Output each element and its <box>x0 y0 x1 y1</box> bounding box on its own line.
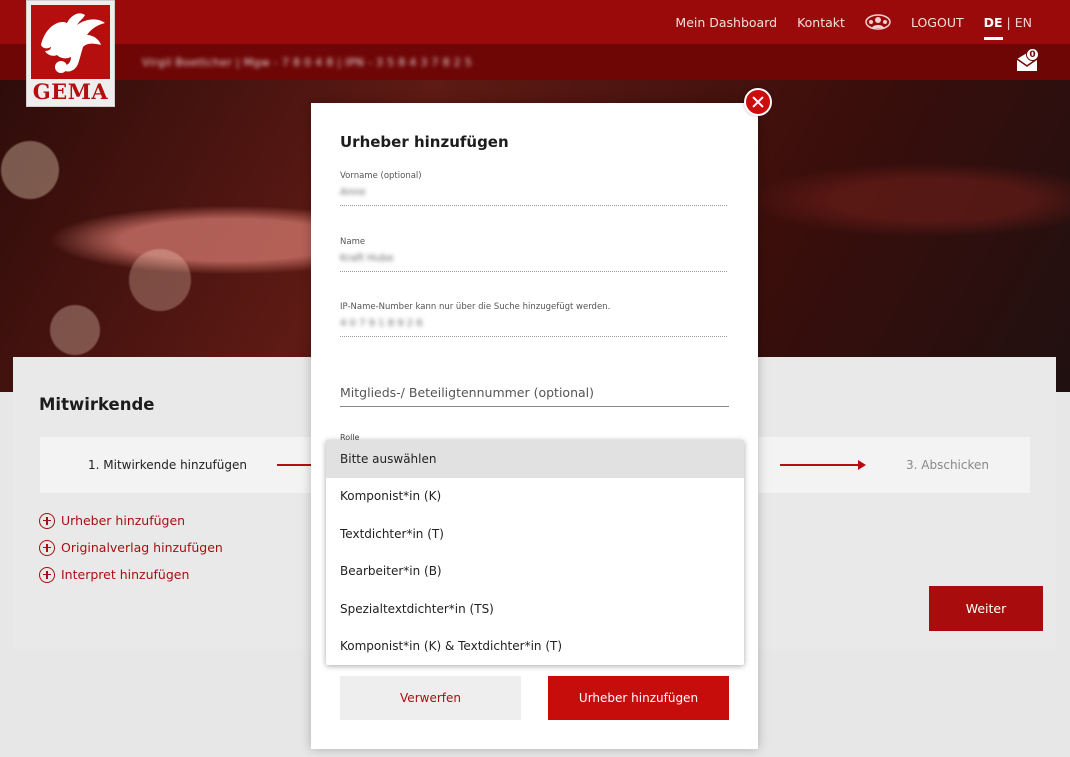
last-name-label: Name <box>340 237 366 247</box>
role-option[interactable]: Spezialtextdichter*in (TS) <box>326 590 744 628</box>
role-option[interactable]: Komponist*in (K) & Textdichter*in (T) <box>326 628 744 666</box>
page: GEMA Mein Dashboard Kontakt LOGOUT DE | … <box>0 0 1070 757</box>
last-name-value: Kraft Hube <box>340 253 394 264</box>
field-underline <box>340 271 727 272</box>
first-name-value: Anne <box>340 187 366 198</box>
role-option[interactable]: Komponist*in (K) <box>326 478 744 516</box>
last-name-field[interactable]: Name Kraft Hube <box>340 237 727 272</box>
ip-name-number-label: IP-Name-Number kann nur über die Suche h… <box>340 302 611 312</box>
role-option[interactable]: Textdichter*in (T) <box>326 515 744 553</box>
field-underline <box>340 336 727 337</box>
close-icon[interactable] <box>744 88 772 116</box>
first-name-label: Vorname (optional) <box>340 171 422 181</box>
modal-title: Urheber hinzufügen <box>340 133 509 151</box>
role-option[interactable]: Bearbeiter*in (B) <box>326 553 744 591</box>
first-name-field[interactable]: Vorname (optional) Anne <box>340 171 727 206</box>
add-author-button[interactable]: Urheber hinzufügen <box>548 676 729 720</box>
field-underline <box>340 205 727 206</box>
ip-name-number-value: 4 0 7 9 1 8 9 2 6 <box>340 318 423 329</box>
member-number-input[interactable]: Mitglieds-/ Beteiligtennummer (optional) <box>340 383 729 407</box>
discard-button[interactable]: Verwerfen <box>340 676 521 720</box>
role-option[interactable]: Bitte auswählen <box>326 440 744 478</box>
ip-name-number-field: IP-Name-Number kann nur über die Suche h… <box>340 302 727 337</box>
role-dropdown-menu: Bitte auswählen Komponist*in (K) Textdic… <box>326 440 744 665</box>
